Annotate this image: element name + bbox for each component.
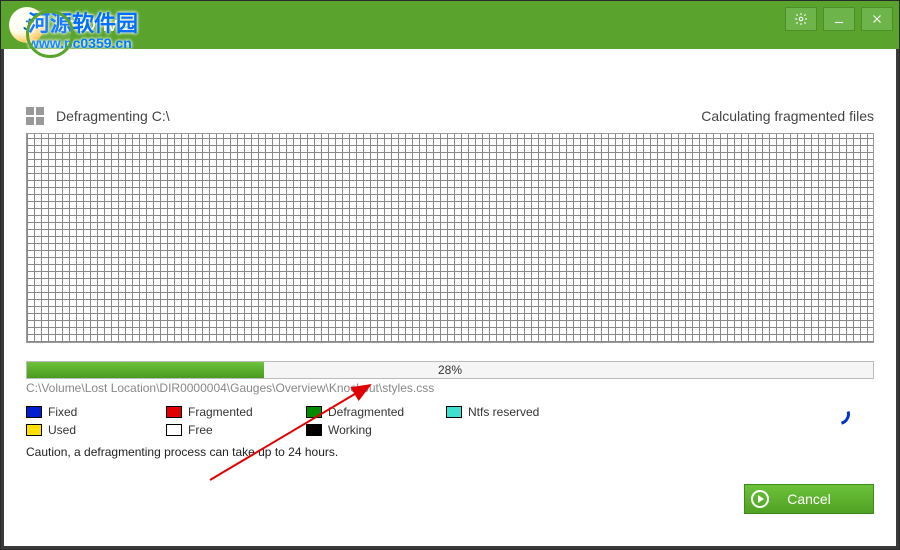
- legend-used: Used: [26, 423, 146, 437]
- app-window: J JetDrive Defragmenting C:\ Calculating…: [0, 0, 900, 550]
- progress-label: 28%: [27, 362, 873, 378]
- swatch-ntfs: [446, 406, 462, 418]
- legend-ntfs: Ntfs reserved: [446, 405, 566, 419]
- arrow-right-icon: [751, 490, 769, 508]
- settings-button[interactable]: [785, 7, 817, 31]
- legend-fixed: Fixed: [26, 405, 146, 419]
- swatch-defragmented: [306, 406, 322, 418]
- swatch-fixed: [26, 406, 42, 418]
- minimize-button[interactable]: [823, 7, 855, 31]
- legend-fragmented: Fragmented: [166, 405, 286, 419]
- legend-working: Working: [306, 423, 426, 437]
- content-area: Defragmenting C:\ Calculating fragmented…: [4, 49, 896, 546]
- status-right: Calculating fragmented files: [701, 108, 874, 124]
- status-row: Defragmenting C:\ Calculating fragmented…: [26, 107, 874, 125]
- legend-defragmented: Defragmented: [306, 405, 426, 419]
- title-bar[interactable]: J JetDrive: [1, 1, 899, 49]
- status-left: Defragmenting C:\: [56, 108, 170, 124]
- app-logo-icon: J: [9, 7, 45, 43]
- close-button[interactable]: [861, 7, 893, 31]
- current-file: C:\Volume\Lost Location\DIR0000004\Gauge…: [26, 381, 874, 395]
- minimize-icon: [832, 12, 846, 26]
- app-title: JetDrive: [55, 14, 128, 37]
- cluster-map: [26, 133, 874, 343]
- cancel-button[interactable]: Cancel: [744, 484, 874, 514]
- close-icon: [870, 12, 884, 26]
- disk-icon: [26, 107, 48, 125]
- swatch-working: [306, 424, 322, 436]
- legend-free: Free: [166, 423, 286, 437]
- gear-icon: [794, 12, 808, 26]
- caution-text: Caution, a defragmenting process can tak…: [26, 445, 874, 459]
- swatch-used: [26, 424, 42, 436]
- window-controls: [785, 7, 893, 31]
- swatch-fragmented: [166, 406, 182, 418]
- progress-bar: 28%: [26, 361, 874, 379]
- legend: Fixed Fragmented Defragmented Ntfs reser…: [26, 405, 874, 437]
- swatch-free: [166, 424, 182, 436]
